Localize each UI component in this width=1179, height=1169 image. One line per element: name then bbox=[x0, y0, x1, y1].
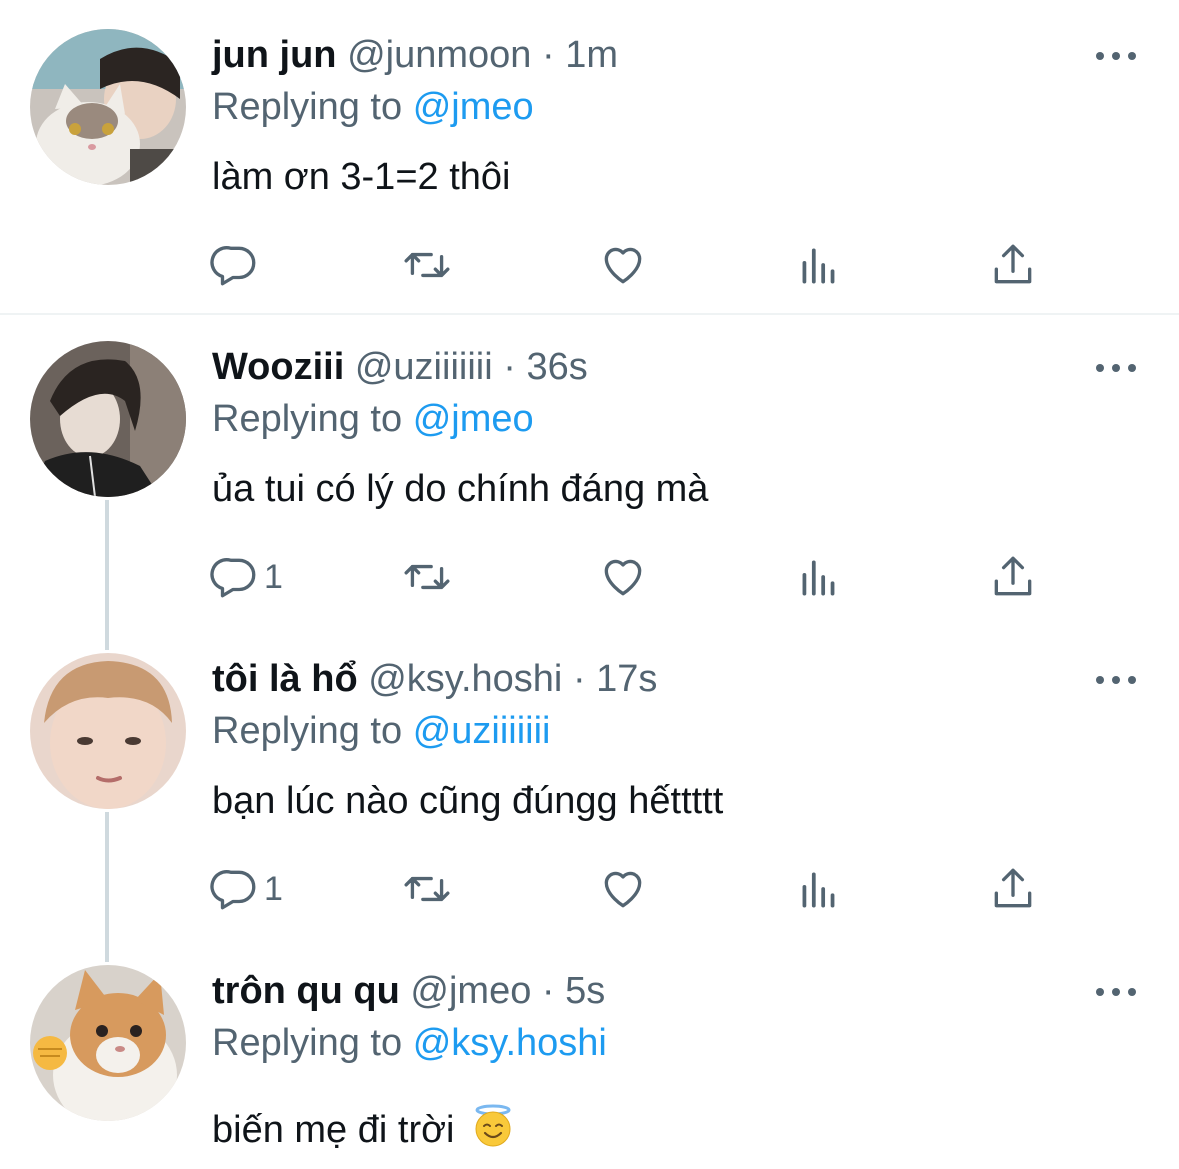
display-name[interactable]: Wooziii bbox=[212, 346, 344, 388]
user-handle[interactable]: @junmoon bbox=[347, 34, 531, 76]
share-icon bbox=[994, 556, 1032, 596]
replying-to-label: Replying to bbox=[212, 1022, 403, 1064]
avatar-image bbox=[30, 653, 186, 809]
retweet-icon bbox=[404, 876, 450, 902]
replying-to-line: Replying to @uziiiiiii bbox=[212, 708, 551, 754]
tweet-actions bbox=[210, 240, 1050, 290]
heart-icon bbox=[604, 871, 642, 908]
views-icon bbox=[802, 872, 835, 908]
share-button[interactable] bbox=[988, 240, 1038, 290]
more-icon bbox=[1096, 364, 1104, 372]
avatar[interactable] bbox=[30, 29, 186, 185]
smiling-face-with-halo-icon bbox=[475, 1104, 511, 1147]
tweet-actions: 1 bbox=[210, 864, 1050, 914]
replying-to-label: Replying to bbox=[212, 398, 403, 440]
replying-to-mention[interactable]: @jmeo bbox=[413, 86, 534, 128]
tweet-text: ủa tui có lý do chính đáng mà bbox=[212, 468, 709, 510]
user-handle[interactable]: @ksy.hoshi bbox=[368, 658, 562, 700]
like-button[interactable] bbox=[598, 552, 648, 602]
user-handle[interactable]: @jmeo bbox=[410, 970, 531, 1012]
timestamp[interactable]: 5s bbox=[565, 970, 605, 1012]
timestamp[interactable]: 17s bbox=[596, 658, 657, 700]
replying-to-mention[interactable]: @jmeo bbox=[413, 398, 534, 440]
views-icon bbox=[802, 248, 835, 284]
display-name[interactable]: trôn qu qu bbox=[212, 970, 400, 1012]
replying-to-line: Replying to @jmeo bbox=[212, 396, 534, 442]
separator-dot: · bbox=[503, 346, 516, 388]
replying-to-mention[interactable]: @ksy.hoshi bbox=[413, 1022, 607, 1064]
more-options-button[interactable] bbox=[1096, 358, 1136, 378]
views-button[interactable] bbox=[794, 240, 844, 290]
heart-icon bbox=[604, 247, 642, 284]
reply-icon bbox=[210, 246, 256, 286]
more-options-button[interactable] bbox=[1096, 46, 1136, 66]
avatar[interactable] bbox=[30, 965, 186, 1121]
heart-icon bbox=[604, 559, 642, 596]
user-handle[interactable]: @uziiiiiii bbox=[355, 346, 493, 388]
reply-count: 1 bbox=[264, 869, 283, 908]
retweet-button[interactable] bbox=[402, 240, 452, 290]
replying-to-label: Replying to bbox=[212, 710, 403, 752]
reply-button[interactable]: 1 bbox=[210, 864, 283, 914]
avatar-image bbox=[30, 341, 186, 497]
tweet[interactable]: tôi là hổ @ksy.hoshi · 17s Replying to @… bbox=[0, 626, 1179, 938]
more-options-button[interactable] bbox=[1096, 982, 1136, 1002]
views-button[interactable] bbox=[794, 864, 844, 914]
share-button[interactable] bbox=[988, 864, 1038, 914]
reply-icon bbox=[210, 558, 256, 598]
timestamp[interactable]: 36s bbox=[526, 346, 587, 388]
views-icon bbox=[802, 560, 835, 596]
retweet-button[interactable] bbox=[402, 864, 452, 914]
more-icon bbox=[1096, 988, 1104, 996]
retweet-button[interactable] bbox=[402, 552, 452, 602]
avatar[interactable] bbox=[30, 341, 186, 497]
like-button[interactable] bbox=[598, 240, 648, 290]
share-icon bbox=[994, 244, 1032, 284]
retweet-icon bbox=[404, 252, 450, 278]
tweet-text-line: biến mẹ đi trời bbox=[212, 1104, 515, 1153]
display-name[interactable]: tôi là hổ bbox=[212, 658, 358, 700]
replying-to-line: Replying to @ksy.hoshi bbox=[212, 1020, 607, 1066]
more-options-button[interactable] bbox=[1096, 670, 1136, 690]
avatar[interactable] bbox=[30, 653, 186, 809]
reply-count: 1 bbox=[264, 557, 283, 596]
reply-icon bbox=[210, 870, 256, 910]
like-button[interactable] bbox=[598, 864, 648, 914]
more-icon bbox=[1096, 676, 1104, 684]
avatar-image bbox=[30, 29, 186, 185]
views-button[interactable] bbox=[794, 552, 844, 602]
replying-to-mention[interactable]: @uziiiiiii bbox=[413, 710, 551, 752]
reply-button[interactable] bbox=[210, 240, 260, 290]
retweet-icon bbox=[404, 564, 450, 590]
avatar-image bbox=[30, 965, 186, 1121]
replying-to-label: Replying to bbox=[212, 86, 403, 128]
share-icon bbox=[994, 868, 1032, 908]
separator-dot: · bbox=[572, 658, 586, 700]
replying-to-line: Replying to @jmeo bbox=[212, 84, 534, 130]
tweet-actions: 1 bbox=[210, 552, 1050, 602]
tweet-text: biến mẹ đi trời bbox=[212, 1109, 455, 1151]
separator-dot: · bbox=[542, 34, 555, 76]
tweet[interactable]: Wooziii @uziiiiiii · 36s Replying to @jm… bbox=[0, 314, 1179, 626]
share-button[interactable] bbox=[988, 552, 1038, 602]
tweet[interactable]: jun jun @junmoon · 1m Replying to @jmeo … bbox=[0, 0, 1179, 312]
tweet-text: bạn lúc nào cũng đúngg hếttttt bbox=[212, 780, 724, 822]
separator-dot: · bbox=[541, 970, 555, 1012]
more-icon bbox=[1096, 52, 1104, 60]
tweet[interactable]: trôn qu qu @jmeo · 5s Replying to @ksy.h… bbox=[0, 938, 1179, 1169]
tweet-text: làm ơn 3-1=2 thôi bbox=[212, 156, 511, 198]
timestamp[interactable]: 1m bbox=[565, 34, 618, 76]
reply-button[interactable]: 1 bbox=[210, 552, 283, 602]
display-name[interactable]: jun jun bbox=[212, 34, 337, 76]
